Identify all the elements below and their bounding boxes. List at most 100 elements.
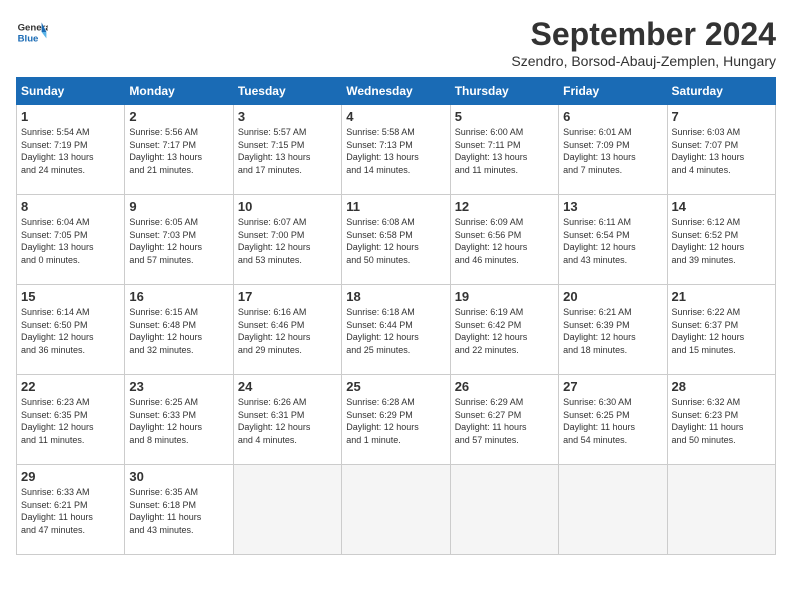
calendar-cell: 29 Sunrise: 6:33 AM Sunset: 6:21 PM Dayli… xyxy=(17,465,125,555)
day-info: Sunrise: 6:00 AM Sunset: 7:11 PM Dayligh… xyxy=(455,126,554,176)
day-info: Sunrise: 6:08 AM Sunset: 6:58 PM Dayligh… xyxy=(346,216,445,266)
day-info: Sunrise: 6:09 AM Sunset: 6:56 PM Dayligh… xyxy=(455,216,554,266)
day-info: Sunrise: 6:21 AM Sunset: 6:39 PM Dayligh… xyxy=(563,306,662,356)
logo: General Blue xyxy=(16,16,48,48)
calendar-cell: 4 Sunrise: 5:58 AM Sunset: 7:13 PM Daylig… xyxy=(342,105,450,195)
day-info: Sunrise: 6:25 AM Sunset: 6:33 PM Dayligh… xyxy=(129,396,228,446)
day-info: Sunrise: 5:58 AM Sunset: 7:13 PM Dayligh… xyxy=(346,126,445,176)
calendar-cell xyxy=(450,465,558,555)
day-number: 29 xyxy=(21,469,120,484)
day-number: 30 xyxy=(129,469,228,484)
day-number: 27 xyxy=(563,379,662,394)
day-number: 6 xyxy=(563,109,662,124)
calendar-cell: 9 Sunrise: 6:05 AM Sunset: 7:03 PM Daylig… xyxy=(125,195,233,285)
day-info: Sunrise: 6:12 AM Sunset: 6:52 PM Dayligh… xyxy=(672,216,771,266)
calendar-cell: 21 Sunrise: 6:22 AM Sunset: 6:37 PM Dayli… xyxy=(667,285,775,375)
calendar-cell: 27 Sunrise: 6:30 AM Sunset: 6:25 PM Dayli… xyxy=(559,375,667,465)
day-number: 5 xyxy=(455,109,554,124)
weekday-header-monday: Monday xyxy=(125,78,233,105)
day-info: Sunrise: 6:23 AM Sunset: 6:35 PM Dayligh… xyxy=(21,396,120,446)
calendar-cell: 20Sunrise: 6:21 AM Sunset: 6:39 PM Dayli… xyxy=(559,285,667,375)
calendar-table: SundayMondayTuesdayWednesdayThursdayFrid… xyxy=(16,77,776,555)
day-number: 1 xyxy=(21,109,120,124)
calendar-cell: 3 Sunrise: 5:57 AM Sunset: 7:15 PM Daylig… xyxy=(233,105,341,195)
calendar-cell: 14 Sunrise: 6:12 AM Sunset: 6:52 PM Dayli… xyxy=(667,195,775,285)
day-info: Sunrise: 6:28 AM Sunset: 6:29 PM Dayligh… xyxy=(346,396,445,446)
calendar-cell: 13 Sunrise: 6:11 AM Sunset: 6:54 PM Dayli… xyxy=(559,195,667,285)
day-number: 7 xyxy=(672,109,771,124)
day-info: Sunrise: 6:33 AM Sunset: 6:21 PM Dayligh… xyxy=(21,486,120,536)
calendar-cell: 24 Sunrise: 6:26 AM Sunset: 6:31 PM Dayli… xyxy=(233,375,341,465)
day-number: 10 xyxy=(238,199,337,214)
day-info: Sunrise: 6:16 AM Sunset: 6:46 PM Dayligh… xyxy=(238,306,337,356)
calendar-cell: 15 Sunrise: 6:14 AM Sunset: 6:50 PM Dayli… xyxy=(17,285,125,375)
calendar-cell: 11 Sunrise: 6:08 AM Sunset: 6:58 PM Dayli… xyxy=(342,195,450,285)
day-info: Sunrise: 6:01 AM Sunset: 7:09 PM Dayligh… xyxy=(563,126,662,176)
day-number: 16 xyxy=(129,289,228,304)
day-info: Sunrise: 6:30 AM Sunset: 6:25 PM Dayligh… xyxy=(563,396,662,446)
day-number: 11 xyxy=(346,199,445,214)
calendar-cell: 25 Sunrise: 6:28 AM Sunset: 6:29 PM Dayli… xyxy=(342,375,450,465)
day-number: 8 xyxy=(21,199,120,214)
day-info: Sunrise: 6:05 AM Sunset: 7:03 PM Dayligh… xyxy=(129,216,228,266)
day-info: Sunrise: 6:07 AM Sunset: 7:00 PM Dayligh… xyxy=(238,216,337,266)
day-number: 3 xyxy=(238,109,337,124)
day-number: 24 xyxy=(238,379,337,394)
day-number: 17 xyxy=(238,289,337,304)
calendar-cell: 26 Sunrise: 6:29 AM Sunset: 6:27 PM Dayli… xyxy=(450,375,558,465)
month-title: September 2024 xyxy=(511,16,776,53)
day-info: Sunrise: 6:03 AM Sunset: 7:07 PM Dayligh… xyxy=(672,126,771,176)
day-number: 28 xyxy=(672,379,771,394)
day-number: 14 xyxy=(672,199,771,214)
day-info: Sunrise: 5:56 AM Sunset: 7:17 PM Dayligh… xyxy=(129,126,228,176)
day-number: 26 xyxy=(455,379,554,394)
logo-icon: General Blue xyxy=(16,16,48,48)
calendar-cell: 12 Sunrise: 6:09 AM Sunset: 6:56 PM Dayli… xyxy=(450,195,558,285)
weekday-header-saturday: Saturday xyxy=(667,78,775,105)
calendar-cell: 23 Sunrise: 6:25 AM Sunset: 6:33 PM Dayli… xyxy=(125,375,233,465)
weekday-header-tuesday: Tuesday xyxy=(233,78,341,105)
day-info: Sunrise: 6:04 AM Sunset: 7:05 PM Dayligh… xyxy=(21,216,120,266)
calendar-cell: 19Sunrise: 6:19 AM Sunset: 6:42 PM Dayli… xyxy=(450,285,558,375)
day-info: Sunrise: 6:19 AM Sunset: 6:42 PM Dayligh… xyxy=(455,306,554,356)
calendar-cell: 10 Sunrise: 6:07 AM Sunset: 7:00 PM Dayli… xyxy=(233,195,341,285)
day-info: Sunrise: 6:29 AM Sunset: 6:27 PM Dayligh… xyxy=(455,396,554,446)
day-info: Sunrise: 6:15 AM Sunset: 6:48 PM Dayligh… xyxy=(129,306,228,356)
day-info: Sunrise: 5:57 AM Sunset: 7:15 PM Dayligh… xyxy=(238,126,337,176)
calendar-cell: 30Sunrise: 6:35 AM Sunset: 6:18 PM Dayli… xyxy=(125,465,233,555)
day-number: 15 xyxy=(21,289,120,304)
calendar-cell: 28 Sunrise: 6:32 AM Sunset: 6:23 PM Dayli… xyxy=(667,375,775,465)
svg-text:Blue: Blue xyxy=(18,34,39,45)
calendar-cell: 8 Sunrise: 6:04 AM Sunset: 7:05 PM Daylig… xyxy=(17,195,125,285)
calendar-cell xyxy=(559,465,667,555)
day-number: 9 xyxy=(129,199,228,214)
header: General Blue September 2024 Szendro, Bor… xyxy=(16,16,776,69)
day-number: 21 xyxy=(672,289,771,304)
day-info: Sunrise: 6:18 AM Sunset: 6:44 PM Dayligh… xyxy=(346,306,445,356)
calendar-cell xyxy=(233,465,341,555)
day-info: Sunrise: 6:11 AM Sunset: 6:54 PM Dayligh… xyxy=(563,216,662,266)
day-number: 12 xyxy=(455,199,554,214)
calendar-cell xyxy=(342,465,450,555)
day-info: Sunrise: 6:22 AM Sunset: 6:37 PM Dayligh… xyxy=(672,306,771,356)
weekday-header-friday: Friday xyxy=(559,78,667,105)
calendar-cell: 18 Sunrise: 6:18 AM Sunset: 6:44 PM Dayli… xyxy=(342,285,450,375)
day-number: 13 xyxy=(563,199,662,214)
day-number: 4 xyxy=(346,109,445,124)
calendar-cell: 16 Sunrise: 6:15 AM Sunset: 6:48 PM Dayli… xyxy=(125,285,233,375)
calendar-cell: 1 Sunrise: 5:54 AM Sunset: 7:19 PM Daylig… xyxy=(17,105,125,195)
day-number: 23 xyxy=(129,379,228,394)
calendar-cell xyxy=(667,465,775,555)
weekday-header-thursday: Thursday xyxy=(450,78,558,105)
calendar-cell: 5 Sunrise: 6:00 AM Sunset: 7:11 PM Daylig… xyxy=(450,105,558,195)
location-title: Szendro, Borsod-Abauj-Zemplen, Hungary xyxy=(511,53,776,69)
day-number: 25 xyxy=(346,379,445,394)
day-number: 18 xyxy=(346,289,445,304)
day-number: 2 xyxy=(129,109,228,124)
day-info: Sunrise: 6:14 AM Sunset: 6:50 PM Dayligh… xyxy=(21,306,120,356)
day-info: Sunrise: 6:32 AM Sunset: 6:23 PM Dayligh… xyxy=(672,396,771,446)
calendar-cell: 2 Sunrise: 5:56 AM Sunset: 7:17 PM Daylig… xyxy=(125,105,233,195)
day-info: Sunrise: 6:26 AM Sunset: 6:31 PM Dayligh… xyxy=(238,396,337,446)
day-info: Sunrise: 5:54 AM Sunset: 7:19 PM Dayligh… xyxy=(21,126,120,176)
day-number: 22 xyxy=(21,379,120,394)
